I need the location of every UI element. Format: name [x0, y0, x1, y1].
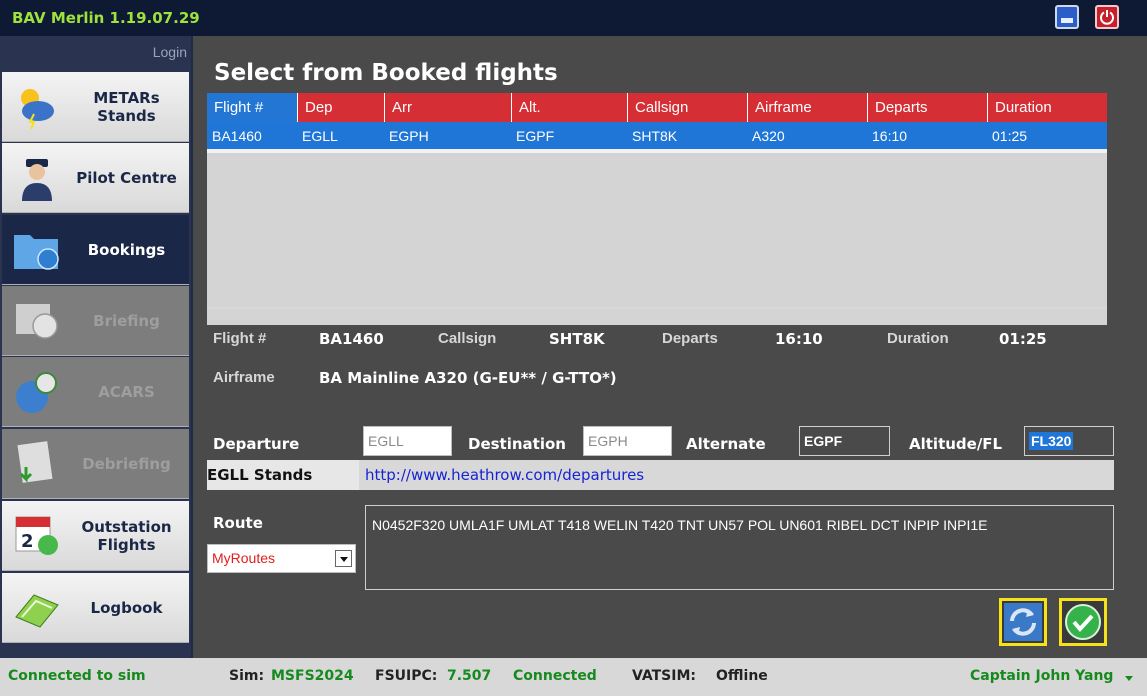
- calendar-clock-icon: [16, 304, 58, 339]
- sidebar-item-acars: ACARS: [2, 357, 189, 427]
- airframe-value: BA Mainline A320 (G-EU** / G-TTO*): [319, 369, 617, 387]
- route-label: Route: [213, 514, 263, 532]
- column-header[interactable]: Callsign: [627, 93, 747, 122]
- column-header[interactable]: Airframe: [747, 93, 867, 122]
- sidebar-item-pilot-centre[interactable]: Pilot Centre: [2, 143, 189, 213]
- chevron-down-icon[interactable]: [335, 550, 352, 567]
- svg-text:2: 2: [21, 531, 34, 552]
- table-cell: 16:10: [872, 128, 908, 144]
- refresh-button[interactable]: [999, 598, 1047, 646]
- grid-header: Flight # Dep Arr Alt. Callsign Airframe …: [207, 93, 1107, 122]
- divider: [207, 307, 1107, 309]
- refresh-icon: [1004, 603, 1042, 641]
- sidebar-item-metars[interactable]: METARs Stands: [2, 72, 189, 142]
- sidebar-item-label: ACARS: [98, 382, 155, 401]
- column-header[interactable]: Dep: [297, 93, 384, 122]
- duration-value: 01:25: [999, 330, 1047, 348]
- sidebar-item-label: Briefing: [93, 311, 160, 330]
- laptop-icon: [15, 594, 59, 628]
- sidebar-item-label: Bookings: [87, 240, 166, 259]
- sidebar-item-debriefing: Debriefing: [2, 429, 189, 499]
- table-cell: A320: [752, 128, 785, 144]
- document-arrow-icon: [17, 441, 53, 483]
- vatsim-status: Offline: [716, 668, 768, 684]
- vatsim-label: VATSIM:: [632, 668, 697, 684]
- alternate-label: Alternate: [686, 435, 766, 453]
- column-header[interactable]: Departs: [867, 93, 987, 122]
- sidebar-item-label: Pilot Centre: [76, 168, 177, 187]
- power-button[interactable]: [1095, 5, 1119, 29]
- alternate-input[interactable]: EGPF: [799, 426, 890, 456]
- page-title: Select from Booked flights: [214, 60, 558, 86]
- table-cell: EGLL: [302, 128, 338, 144]
- pilot-icon: [22, 159, 52, 201]
- title-bar: BAV Merlin 1.19.07.29: [0, 0, 1147, 36]
- sidebar-item-outstation-flights[interactable]: 2 Outstation Flights: [2, 501, 189, 571]
- stands-label: EGLL Stands: [207, 460, 359, 490]
- sidebar-item-label: Outstation Flights: [81, 517, 172, 554]
- chevron-down-icon[interactable]: [1125, 676, 1133, 681]
- confirm-button[interactable]: [1059, 598, 1107, 646]
- departs-label: Departs: [662, 330, 718, 347]
- table-cell: 01:25: [992, 128, 1028, 144]
- departs-value: 16:10: [775, 330, 823, 348]
- sidebar-item-briefing: Briefing: [2, 286, 189, 356]
- fsuipc-state: Connected: [513, 668, 597, 684]
- altitude-input[interactable]: FL320: [1024, 426, 1114, 456]
- sim-value: MSFS2024: [271, 668, 354, 684]
- destination-label: Destination: [468, 435, 566, 453]
- user-menu[interactable]: Captain John Yang: [970, 668, 1113, 684]
- route-source-select[interactable]: MyRoutes: [207, 544, 356, 573]
- booked-flights-grid: Flight # Dep Arr Alt. Callsign Airframe …: [207, 93, 1107, 325]
- checkmark-icon: [1065, 604, 1101, 640]
- stands-bar: EGLL Stands http://www.heathrow.com/depa…: [207, 460, 1114, 490]
- airframe-label: Airframe: [213, 369, 275, 386]
- departure-input[interactable]: EGLL: [363, 426, 452, 456]
- login-link[interactable]: Login: [153, 44, 187, 60]
- minimize-button[interactable]: [1055, 5, 1079, 29]
- duration-label: Duration: [887, 330, 949, 347]
- fsuipc-label: FSUIPC:: [375, 668, 438, 684]
- status-bar: Connected to sim Sim: MSFS2024 FSUIPC: 7…: [0, 658, 1147, 696]
- table-cell: EGPF: [516, 128, 555, 144]
- sim-label: Sim:: [229, 668, 265, 684]
- fsuipc-version: 7.507: [447, 668, 492, 684]
- weather-icon: [21, 89, 54, 130]
- main-panel: Select from Booked flights Flight # Dep …: [193, 36, 1147, 658]
- flight-number-value: BA1460: [319, 330, 384, 348]
- globe-clock-icon: [16, 372, 57, 413]
- table-row[interactable]: BA1460 EGLL EGPH EGPF SHT8K A320 16:10 0…: [207, 122, 1107, 153]
- stands-link[interactable]: http://www.heathrow.com/departures: [365, 460, 644, 490]
- route-source-value: MyRoutes: [212, 550, 276, 566]
- column-header[interactable]: Flight #: [207, 93, 297, 122]
- power-icon: [1100, 10, 1114, 25]
- sidebar-item-label: Debriefing: [82, 454, 171, 473]
- sidebar-item-label: Logbook: [90, 598, 163, 617]
- table-cell: EGPH: [389, 128, 429, 144]
- folder-globe-icon: [14, 235, 59, 270]
- departure-label: Departure: [213, 435, 300, 453]
- route-textbox[interactable]: N0452F320 UMLA1F UMLAT T418 WELIN T420 T…: [365, 505, 1114, 590]
- altitude-label: Altitude/FL: [909, 435, 1003, 453]
- callsign-value: SHT8K: [549, 330, 605, 348]
- flight-number-label: Flight #: [213, 330, 267, 347]
- sidebar: Login METARs Stands Pilot Centre Booking…: [0, 36, 191, 658]
- column-header[interactable]: Arr: [384, 93, 511, 122]
- callsign-label: Callsign: [438, 330, 497, 347]
- column-header[interactable]: Alt.: [511, 93, 627, 122]
- sidebar-item-bookings[interactable]: Bookings: [2, 215, 189, 285]
- table-cell: BA1460: [212, 128, 262, 144]
- sim-connection-status: Connected to sim: [8, 668, 146, 684]
- sidebar-item-logbook[interactable]: Logbook: [2, 573, 189, 643]
- destination-input[interactable]: EGPH: [583, 426, 672, 456]
- calendar-icon: 2: [15, 516, 58, 555]
- table-cell: SHT8K: [632, 128, 678, 144]
- column-header[interactable]: Duration: [987, 93, 1107, 122]
- sidebar-item-label: METARs Stands: [93, 88, 160, 125]
- app-title: BAV Merlin 1.19.07.29: [12, 9, 200, 27]
- altitude-value: FL320: [1029, 432, 1074, 450]
